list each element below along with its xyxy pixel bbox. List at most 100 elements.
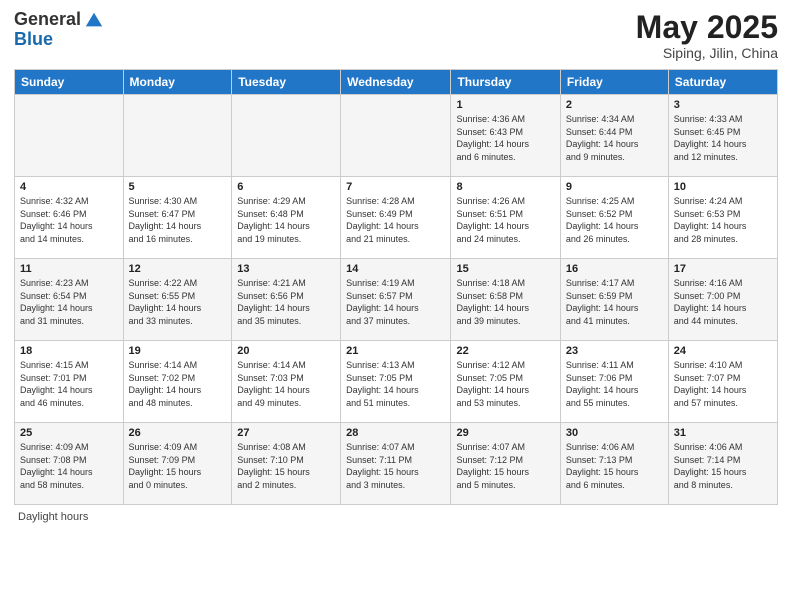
calendar-cell: 29Sunrise: 4:07 AM Sunset: 7:12 PM Dayli… [451,423,560,505]
calendar-cell: 9 Sunrise: 4:25 AM Sunset: 6:52 PM Daylig… [560,177,668,259]
calendar-week-row: 18Sunrise: 4:15 AM Sunset: 7:01 PM Dayli… [15,341,778,423]
day-info: Sunrise: 4:25 AM Sunset: 6:52 PM Dayligh… [566,195,663,245]
page-header: General Blue May 2025 Siping, Jilin, Chi… [14,10,778,61]
day-info: Sunrise: 4:07 AM Sunset: 7:11 PM Dayligh… [346,441,445,491]
day-number: 1 [456,99,554,111]
day-number: 8 [456,181,554,193]
weekday-header: Wednesday [341,70,451,95]
calendar-cell: 30 Sunrise: 4:06 AM Sunset: 7:13 PM Dayli… [560,423,668,505]
day-info: Sunrise: 4:15 AM Sunset: 7:01 PM Dayligh… [20,359,118,409]
day-info: Sunrise: 4:19 AM Sunset: 6:57 PM Dayligh… [346,277,445,327]
day-info: Sunrise: 4:24 AM Sunset: 6:53 PM Dayligh… [674,195,772,245]
day-number: 23 [566,345,663,357]
day-number: 17 [674,263,772,275]
day-number: 31 [674,427,772,439]
day-info: Sunrise: 4:18 AM Sunset: 6:58 PM Dayligh… [456,277,554,327]
calendar-cell: 21Sunrise: 4:13 AM Sunset: 7:05 PM Dayli… [341,341,451,423]
calendar-cell: 13 Sunrise: 4:21 AM Sunset: 6:56 PM Dayli… [232,259,341,341]
day-number: 26 [129,427,227,439]
day-number: 13 [237,263,335,275]
day-number: 11 [20,263,118,275]
day-info: Sunrise: 4:06 AM Sunset: 7:13 PM Dayligh… [566,441,663,491]
day-info: Sunrise: 4:09 AM Sunset: 7:08 PM Dayligh… [20,441,118,491]
calendar-cell: 2Sunrise: 4:34 AM Sunset: 6:44 PM Daylig… [560,95,668,177]
day-info: Sunrise: 4:28 AM Sunset: 6:49 PM Dayligh… [346,195,445,245]
day-info: Sunrise: 4:11 AM Sunset: 7:06 PM Dayligh… [566,359,663,409]
weekday-header: Thursday [451,70,560,95]
weekday-header: Sunday [15,70,124,95]
calendar-cell: 1 Sunrise: 4:36 AM Sunset: 6:43 PM Daylig… [451,95,560,177]
calendar-cell: 31 Sunrise: 4:06 AM Sunset: 7:14 PM Dayli… [668,423,777,505]
calendar-cell: 5Sunrise: 4:30 AM Sunset: 6:47 PM Daylig… [123,177,232,259]
calendar-cell: 12 Sunrise: 4:22 AM Sunset: 6:55 PM Dayli… [123,259,232,341]
calendar-cell: 3 Sunrise: 4:33 AM Sunset: 6:45 PM Daylig… [668,95,777,177]
day-number: 3 [674,99,772,111]
weekday-header: Tuesday [232,70,341,95]
day-info: Sunrise: 4:34 AM Sunset: 6:44 PM Dayligh… [566,113,663,163]
calendar-cell: 20 Sunrise: 4:14 AM Sunset: 7:03 PM Dayli… [232,341,341,423]
day-number: 30 [566,427,663,439]
day-info: Sunrise: 4:13 AM Sunset: 7:05 PM Dayligh… [346,359,445,409]
day-info: Sunrise: 4:29 AM Sunset: 6:48 PM Dayligh… [237,195,335,245]
calendar-cell: 6 Sunrise: 4:29 AM Sunset: 6:48 PM Daylig… [232,177,341,259]
calendar-cell: 15Sunrise: 4:18 AM Sunset: 6:58 PM Dayli… [451,259,560,341]
calendar-week-row: 1 Sunrise: 4:36 AM Sunset: 6:43 PM Daylig… [15,95,778,177]
weekday-header: Friday [560,70,668,95]
calendar-cell: 18Sunrise: 4:15 AM Sunset: 7:01 PM Dayli… [15,341,124,423]
month-title: May 2025 [636,10,778,45]
logo-icon [84,10,104,30]
day-number: 22 [456,345,554,357]
day-info: Sunrise: 4:22 AM Sunset: 6:55 PM Dayligh… [129,277,227,327]
calendar-cell: 25 Sunrise: 4:09 AM Sunset: 7:08 PM Dayli… [15,423,124,505]
day-info: Sunrise: 4:23 AM Sunset: 6:54 PM Dayligh… [20,277,118,327]
weekday-header-row: SundayMondayTuesdayWednesdayThursdayFrid… [15,70,778,95]
day-number: 4 [20,181,118,193]
day-number: 20 [237,345,335,357]
day-info: Sunrise: 4:08 AM Sunset: 7:10 PM Dayligh… [237,441,335,491]
calendar-cell: 22 Sunrise: 4:12 AM Sunset: 7:05 PM Dayli… [451,341,560,423]
calendar-cell: 23 Sunrise: 4:11 AM Sunset: 7:06 PM Dayli… [560,341,668,423]
calendar-cell: 7 Sunrise: 4:28 AM Sunset: 6:49 PM Daylig… [341,177,451,259]
day-number: 9 [566,181,663,193]
day-number: 12 [129,263,227,275]
calendar-week-row: 11 Sunrise: 4:23 AM Sunset: 6:54 PM Dayli… [15,259,778,341]
day-info: Sunrise: 4:21 AM Sunset: 6:56 PM Dayligh… [237,277,335,327]
calendar-cell: 10Sunrise: 4:24 AM Sunset: 6:53 PM Dayli… [668,177,777,259]
logo-blue-text: Blue [14,30,104,50]
logo: General Blue [14,10,104,50]
day-number: 19 [129,345,227,357]
calendar-cell [232,95,341,177]
day-info: Sunrise: 4:14 AM Sunset: 7:03 PM Dayligh… [237,359,335,409]
calendar-table: SundayMondayTuesdayWednesdayThursdayFrid… [14,69,778,505]
day-info: Sunrise: 4:12 AM Sunset: 7:05 PM Dayligh… [456,359,554,409]
day-number: 7 [346,181,445,193]
calendar-cell [341,95,451,177]
weekday-header: Saturday [668,70,777,95]
calendar-cell: 27 Sunrise: 4:08 AM Sunset: 7:10 PM Dayli… [232,423,341,505]
day-number: 5 [129,181,227,193]
day-info: Sunrise: 4:14 AM Sunset: 7:02 PM Dayligh… [129,359,227,409]
calendar-week-row: 4Sunrise: 4:32 AM Sunset: 6:46 PM Daylig… [15,177,778,259]
calendar-cell: 26Sunrise: 4:09 AM Sunset: 7:09 PM Dayli… [123,423,232,505]
day-info: Sunrise: 4:26 AM Sunset: 6:51 PM Dayligh… [456,195,554,245]
day-info: Sunrise: 4:10 AM Sunset: 7:07 PM Dayligh… [674,359,772,409]
day-number: 25 [20,427,118,439]
logo-general-text: General [14,10,81,30]
day-info: Sunrise: 4:06 AM Sunset: 7:14 PM Dayligh… [674,441,772,491]
day-info: Sunrise: 4:07 AM Sunset: 7:12 PM Dayligh… [456,441,554,491]
footer: Daylight hours [14,511,778,523]
calendar-cell: 16 Sunrise: 4:17 AM Sunset: 6:59 PM Dayli… [560,259,668,341]
day-number: 6 [237,181,335,193]
calendar-cell: 8 Sunrise: 4:26 AM Sunset: 6:51 PM Daylig… [451,177,560,259]
day-number: 14 [346,263,445,275]
day-info: Sunrise: 4:33 AM Sunset: 6:45 PM Dayligh… [674,113,772,163]
day-number: 24 [674,345,772,357]
day-info: Sunrise: 4:17 AM Sunset: 6:59 PM Dayligh… [566,277,663,327]
day-number: 16 [566,263,663,275]
day-info: Sunrise: 4:36 AM Sunset: 6:43 PM Dayligh… [456,113,554,163]
calendar-cell: 11 Sunrise: 4:23 AM Sunset: 6:54 PM Dayli… [15,259,124,341]
calendar-cell: 14 Sunrise: 4:19 AM Sunset: 6:57 PM Dayli… [341,259,451,341]
daylight-label: Daylight hours [18,511,88,523]
day-number: 27 [237,427,335,439]
calendar-cell: 4Sunrise: 4:32 AM Sunset: 6:46 PM Daylig… [15,177,124,259]
